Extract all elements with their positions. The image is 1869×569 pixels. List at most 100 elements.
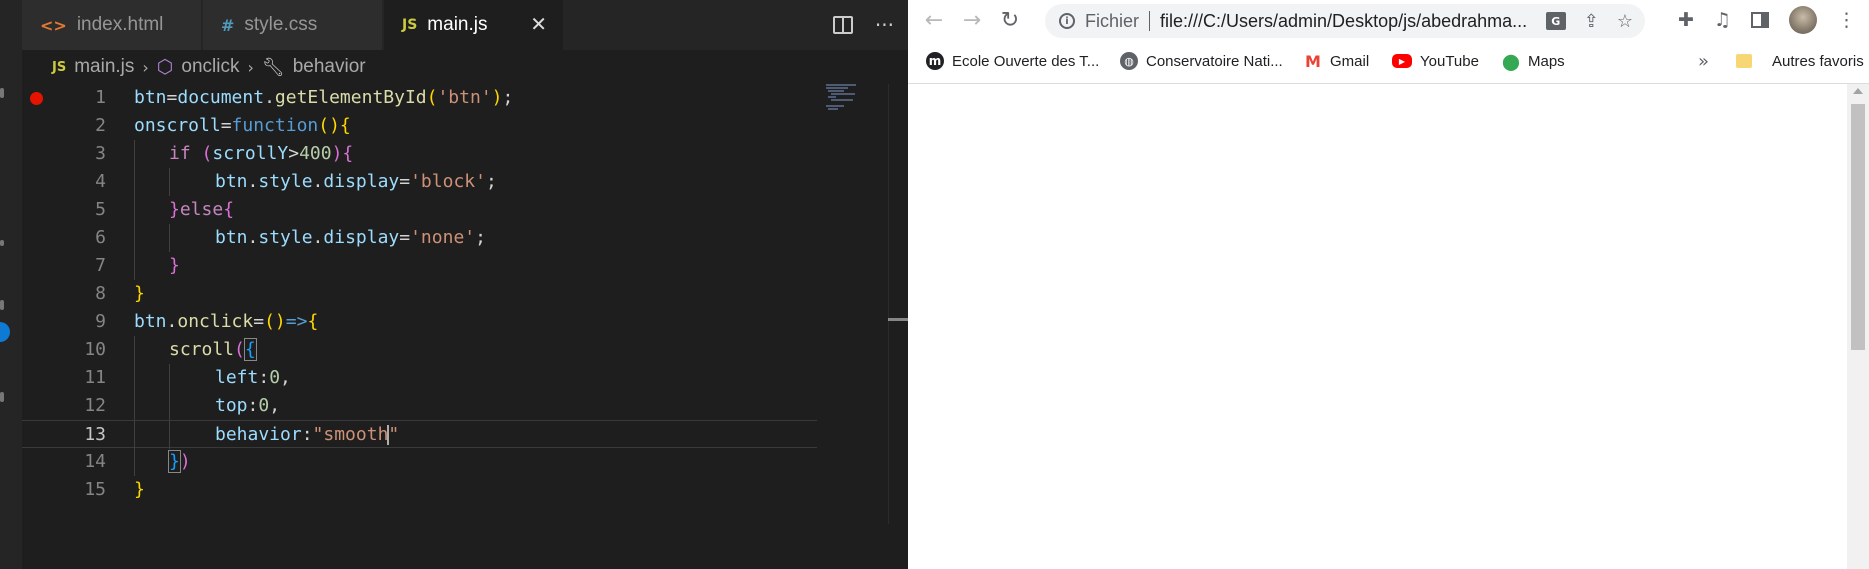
minimap-line <box>828 96 836 98</box>
reload-button[interactable]: ↻ <box>996 6 1024 34</box>
code-text: if (scrollY>400){ <box>169 143 354 164</box>
menu-icon[interactable]: ⋮ <box>1837 9 1856 31</box>
activity-mark[interactable] <box>0 240 4 246</box>
line-number: 10 <box>84 339 106 360</box>
code-editor[interactable]: 1 btn=document.getElementById('btn'); 2 … <box>22 84 822 524</box>
scroll-up-icon[interactable] <box>1853 88 1863 94</box>
tab-main-js[interactable]: JS main.js ✕ <box>384 0 564 50</box>
forward-button[interactable]: → <box>958 6 986 34</box>
other-bookmarks[interactable]: Autres favoris <box>1736 44 1864 78</box>
bookmarks-overflow[interactable]: » <box>1698 44 1709 78</box>
notification-badge[interactable] <box>0 322 10 342</box>
code-text: btn.style.display='none'; <box>215 227 486 248</box>
bookmark-label: YouTube <box>1420 52 1479 70</box>
tab-index-html[interactable]: <> index.html <box>22 0 202 50</box>
globe-icon: ◍ <box>1120 52 1138 70</box>
line-number: 9 <box>95 311 106 332</box>
bookmark-item[interactable]: M Gmail <box>1304 44 1369 78</box>
indent-guide <box>134 224 135 252</box>
code-line[interactable]: 5 }else{ <box>22 196 822 224</box>
code-line[interactable]: 4 btn.style.display='block'; <box>22 168 822 196</box>
code-text: } <box>134 479 145 500</box>
activity-mark[interactable] <box>0 88 4 98</box>
code-line[interactable]: 10 scroll({ <box>22 336 822 364</box>
code-line-current[interactable]: 13 behavior:"smooth" <box>22 420 817 449</box>
code-line[interactable]: 12 top:0, <box>22 392 822 420</box>
minimap-line <box>831 93 855 95</box>
youtube-icon: ▶ <box>1392 54 1412 68</box>
tab-label: main.js <box>427 14 488 35</box>
code-line[interactable]: 8 } <box>22 280 822 308</box>
code-line[interactable]: 7 } <box>22 252 822 280</box>
tab-label: index.html <box>76 14 164 35</box>
code-line[interactable]: 14 }) <box>22 448 822 476</box>
chevron-right-icon: › <box>142 57 149 77</box>
extensions-icon[interactable]: ✚ <box>1678 9 1694 31</box>
line-number: 13 <box>84 424 106 445</box>
page-viewport[interactable] <box>908 84 1869 569</box>
line-number: 2 <box>95 115 106 136</box>
split-editor-icon[interactable] <box>832 16 853 34</box>
breadcrumb-file[interactable]: main.js <box>74 56 134 78</box>
site-logo-icon: m <box>926 52 944 70</box>
bookmark-item[interactable]: m Ecole Ouverte des T... <box>926 44 1099 78</box>
bookmark-label: Autres favoris <box>1772 52 1864 70</box>
breakpoint-icon[interactable] <box>30 92 43 105</box>
indent-guide <box>134 168 135 196</box>
folder-icon <box>1736 54 1752 68</box>
close-tab-icon[interactable]: ✕ <box>530 12 547 36</box>
code-text: left:0, <box>215 367 291 388</box>
html-file-icon: <> <box>40 15 67 35</box>
indent-guide <box>134 392 135 420</box>
star-icon[interactable]: ☆ <box>1617 11 1633 32</box>
side-panel-icon[interactable] <box>1750 12 1769 28</box>
address-bar[interactable]: i Fichier file:///C:/Users/admin/Desktop… <box>1045 4 1645 38</box>
editor-scroll-track[interactable] <box>888 84 889 524</box>
indent-guide <box>134 421 135 449</box>
bookmark-label: Gmail <box>1330 52 1370 70</box>
code-text: } <box>134 283 145 304</box>
line-number: 8 <box>95 283 106 304</box>
editor-scroll-marker <box>888 318 908 321</box>
indent-guide <box>169 392 170 420</box>
breadcrumb-symbol[interactable]: behavior <box>293 56 366 78</box>
code-line[interactable]: 11 left:0, <box>22 364 822 392</box>
address-bar-actions: G ⇪ ☆ <box>1545 4 1633 38</box>
code-line[interactable]: 15 } <box>22 476 822 504</box>
tab-style-css[interactable]: # style.css <box>203 0 383 50</box>
code-text: }else{ <box>169 199 235 220</box>
translate-icon[interactable]: G <box>1545 12 1566 30</box>
activity-mark[interactable] <box>0 300 4 310</box>
bookmarks-bar: m Ecole Ouverte des T... ◍ Conservatoire… <box>908 44 1869 78</box>
back-button[interactable]: ← <box>920 6 948 34</box>
minimap[interactable] <box>826 84 886 114</box>
bookmark-item[interactable]: ◍ Conservatoire Nati... <box>1120 44 1283 78</box>
url-input[interactable]: file:///C:/Users/admin/Desktop/js/abedra… <box>1160 11 1530 32</box>
activity-mark[interactable] <box>0 392 4 402</box>
share-icon[interactable]: ⇪ <box>1584 11 1599 32</box>
bookmark-item[interactable]: ▶ YouTube <box>1392 44 1479 78</box>
scrollbar-thumb[interactable] <box>1851 104 1865 350</box>
media-controls-icon[interactable]: ♫ <box>1714 9 1731 31</box>
code-line[interactable]: 9 btn.onclick=()=>{ <box>22 308 822 336</box>
more-actions-icon[interactable]: ··· <box>875 13 894 37</box>
page-scrollbar[interactable] <box>1847 84 1869 569</box>
minimap-line <box>828 90 844 92</box>
toolbar-actions: ✚ ♫ ⋮ <box>1678 0 1856 40</box>
bookmark-item[interactable]: ⬤ Maps <box>1502 44 1565 78</box>
code-line[interactable]: 2 onscroll=function(){ <box>22 112 822 140</box>
profile-avatar[interactable] <box>1788 6 1817 34</box>
code-line[interactable]: 6 btn.style.display='none'; <box>22 224 822 252</box>
code-text: btn=document.getElementById('btn'); <box>134 87 514 108</box>
line-number: 3 <box>95 143 106 164</box>
editor-tab-bar: <> index.html # style.css JS main.js ✕ ·… <box>22 0 908 50</box>
indent-guide <box>134 364 135 392</box>
indent-guide <box>134 252 135 280</box>
code-text: scroll({ <box>169 338 257 361</box>
code-line[interactable]: 1 btn=document.getElementById('btn'); <box>22 84 822 112</box>
breadcrumb-symbol[interactable]: onclick <box>181 56 239 78</box>
indent-guide <box>169 168 170 196</box>
js-file-icon: JS <box>402 17 418 33</box>
info-icon[interactable]: i <box>1059 13 1075 29</box>
code-line[interactable]: 3 if (scrollY>400){ <box>22 140 822 168</box>
